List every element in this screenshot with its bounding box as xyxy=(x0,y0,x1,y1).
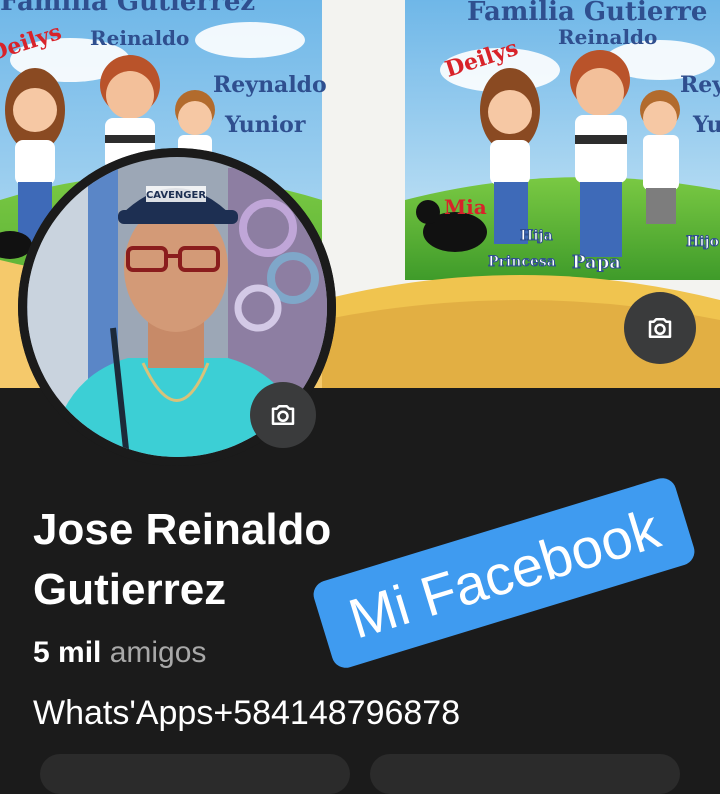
cover-title-left: Familia Gutierrez xyxy=(0,0,255,17)
label-yunior-right: Yunior xyxy=(692,112,720,138)
friends-count[interactable]: 5 mil amigos xyxy=(33,636,206,670)
label-mia: Mia xyxy=(444,195,487,219)
cover-camera-button[interactable] xyxy=(624,292,696,364)
profile-bio: Whats'Apps+584148796878 xyxy=(33,694,461,732)
cap-text: CAVENGER xyxy=(146,190,206,201)
profile-camera-button[interactable] xyxy=(250,382,316,448)
label-yunior-left: Yunior xyxy=(224,112,306,138)
friends-label: amigos xyxy=(109,636,207,669)
action-button-left[interactable] xyxy=(40,754,350,794)
camera-icon xyxy=(271,405,295,425)
camera-icon xyxy=(648,318,672,338)
label-reinaldo-right: Reinaldo xyxy=(558,25,657,49)
label-hijo: Hijo xyxy=(686,234,719,250)
label-papa: Papa xyxy=(572,252,621,273)
profile-name-line1: Jose Reinaldo xyxy=(33,505,332,554)
cover-title-right: Familia Gutierre xyxy=(467,0,707,27)
label-reynaldo-right: Reynaldo xyxy=(680,72,720,98)
action-button-right[interactable] xyxy=(370,754,680,794)
label-hija: Hija xyxy=(520,228,553,244)
label-princesa: Princesa xyxy=(488,254,556,270)
label-reinaldo-left: Reinaldo xyxy=(90,26,189,50)
friends-number: 5 mil xyxy=(33,636,102,669)
label-reynaldo-left: Reynaldo xyxy=(213,72,327,98)
